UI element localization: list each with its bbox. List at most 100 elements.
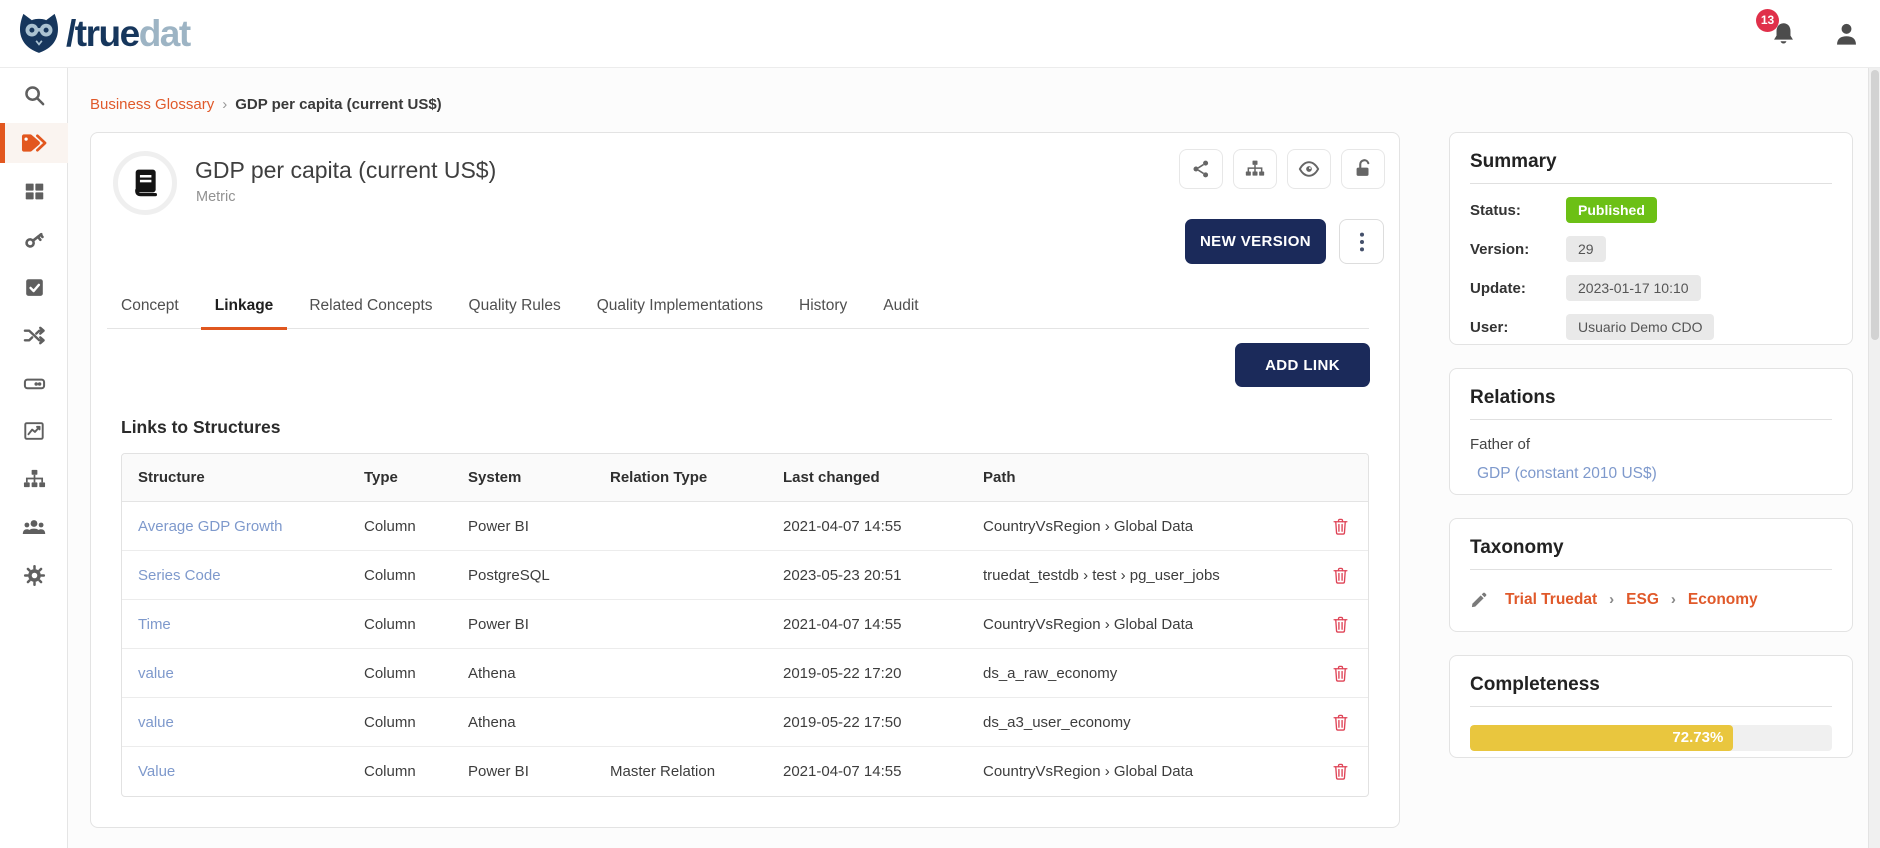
header-actions: 13 xyxy=(1770,0,1860,68)
structure-link[interactable]: Value xyxy=(138,763,364,780)
status-badge: Published xyxy=(1566,197,1657,223)
tab-related-concepts[interactable]: Related Concepts xyxy=(295,283,446,329)
sidebar-item-lineage[interactable] xyxy=(0,315,68,355)
grid-icon xyxy=(24,181,45,202)
structure-link[interactable]: value xyxy=(138,714,364,731)
add-link-button[interactable]: ADD LINK xyxy=(1235,343,1370,387)
truedat-logo[interactable]: /truedat xyxy=(16,11,190,55)
sidebar-item-glossary[interactable] xyxy=(0,123,68,163)
completeness-panel: Completeness 72.73% xyxy=(1449,655,1853,758)
status-label: Status: xyxy=(1470,202,1566,219)
path-cell: CountryVsRegion › Global Data xyxy=(983,763,1322,780)
tab-quality-rules[interactable]: Quality Rules xyxy=(455,283,575,329)
taxonomy-title: Taxonomy xyxy=(1470,537,1832,570)
structure-link[interactable]: Time xyxy=(138,616,364,633)
delete-link-button[interactable] xyxy=(1322,655,1358,691)
last-changed-cell: 2021-04-07 14:55 xyxy=(783,518,983,535)
user-badge: Usuario Demo CDO xyxy=(1566,314,1714,340)
links-table-header: Structure Type System Relation Type Last… xyxy=(122,454,1368,502)
notifications-button[interactable]: 13 xyxy=(1770,21,1797,48)
completeness-bar: 72.73% xyxy=(1470,725,1832,751)
path-cell: CountryVsRegion › Global Data xyxy=(983,518,1322,535)
lock-button[interactable] xyxy=(1341,149,1385,189)
edit-taxonomy-button[interactable] xyxy=(1470,590,1489,609)
sidebar-item-users[interactable] xyxy=(0,507,68,547)
relation-group-label: Father of xyxy=(1470,436,1832,453)
relation-type-cell: Master Relation xyxy=(610,763,783,780)
path-cell: ds_a3_user_economy xyxy=(983,714,1322,731)
taxonomy-separator: › xyxy=(1609,591,1614,608)
notification-count-badge: 13 xyxy=(1756,9,1779,32)
col-path: Path xyxy=(983,469,1322,486)
system-cell: Athena xyxy=(468,714,610,731)
sidebar-item-dashboards[interactable] xyxy=(0,171,68,211)
taxonomy-panel: Taxonomy Trial Truedat › ESG › Economy xyxy=(1449,518,1853,632)
sitemap-icon xyxy=(23,468,46,491)
more-actions-button[interactable] xyxy=(1339,219,1384,264)
delete-link-button[interactable] xyxy=(1322,704,1358,740)
concept-tabs: Concept Linkage Related Concepts Quality… xyxy=(107,283,1369,329)
links-section-title: Links to Structures xyxy=(121,417,280,438)
key-icon xyxy=(23,228,46,251)
book-icon xyxy=(129,167,161,199)
structure-link[interactable]: Series Code xyxy=(138,567,364,584)
watch-button[interactable] xyxy=(1287,149,1331,189)
type-cell: Column xyxy=(364,763,468,780)
taxonomy-domain-link[interactable]: Trial Truedat xyxy=(1505,591,1597,609)
col-relation-type: Relation Type xyxy=(610,469,783,486)
type-cell: Column xyxy=(364,567,468,584)
sidebar-item-permissions[interactable] xyxy=(0,219,68,259)
delete-link-button[interactable] xyxy=(1322,606,1358,642)
taxonomy-path: Trial Truedat › ESG › Economy xyxy=(1470,590,1832,609)
sidebar-item-quality[interactable] xyxy=(0,267,68,307)
tab-quality-implementations[interactable]: Quality Implementations xyxy=(583,283,777,329)
sidebar-item-settings[interactable] xyxy=(0,555,68,595)
version-label: Version: xyxy=(1470,241,1566,258)
structure-links-button[interactable] xyxy=(1233,149,1277,189)
top-header: /truedat 13 xyxy=(0,0,1880,68)
share-button[interactable] xyxy=(1179,149,1223,189)
page-title: GDP per capita (current US$) xyxy=(195,157,496,184)
summary-panel: Summary Status: Published Version: 29 Up… xyxy=(1449,132,1853,345)
delete-link-button[interactable] xyxy=(1322,508,1358,544)
system-cell: Athena xyxy=(468,665,610,682)
concept-card: GDP per capita (current US$) Metric xyxy=(90,132,1400,828)
breadcrumb-glossary-link[interactable]: Business Glossary xyxy=(90,96,214,113)
sidebar-item-search[interactable] xyxy=(0,75,68,115)
taxonomy-domain-link[interactable]: Economy xyxy=(1688,591,1758,609)
update-label: Update: xyxy=(1470,280,1566,297)
eye-icon xyxy=(1298,158,1320,180)
col-system: System xyxy=(468,469,610,486)
col-type: Type xyxy=(364,469,468,486)
breadcrumb-separator: › xyxy=(222,96,227,113)
structure-link[interactable]: Average GDP Growth xyxy=(138,518,364,535)
related-concept-link[interactable]: GDP (constant 2010 US$) xyxy=(1477,465,1832,483)
type-cell: Column xyxy=(364,518,468,535)
tab-concept[interactable]: Concept xyxy=(107,283,193,329)
type-cell: Column xyxy=(364,665,468,682)
page-scrollbar[interactable] xyxy=(1868,68,1880,848)
tab-linkage[interactable]: Linkage xyxy=(201,283,288,329)
tab-audit[interactable]: Audit xyxy=(869,283,932,329)
new-version-button[interactable]: NEW VERSION xyxy=(1185,219,1326,264)
sidebar-item-metrics[interactable] xyxy=(0,411,68,451)
system-cell: PostgreSQL xyxy=(468,567,610,584)
sidebar-item-structures[interactable] xyxy=(0,459,68,499)
sidebar-item-systems[interactable] xyxy=(0,363,68,403)
relations-panel: Relations Father of GDP (constant 2010 U… xyxy=(1449,368,1853,495)
user-menu-button[interactable] xyxy=(1833,21,1860,48)
taxonomy-domain-link[interactable]: ESG xyxy=(1626,591,1659,609)
summary-title: Summary xyxy=(1470,151,1832,184)
taxonomy-separator: › xyxy=(1671,591,1676,608)
scrollbar-thumb[interactable] xyxy=(1871,70,1879,340)
user-label: User: xyxy=(1470,319,1566,336)
col-last-changed: Last changed xyxy=(783,469,983,486)
delete-link-button[interactable] xyxy=(1322,557,1358,593)
type-cell: Column xyxy=(364,714,468,731)
breadcrumb-current: GDP per capita (current US$) xyxy=(235,96,441,113)
tab-history[interactable]: History xyxy=(785,283,861,329)
truedat-app: /truedat 13 xyxy=(0,0,1880,848)
structure-link[interactable]: value xyxy=(138,665,364,682)
delete-link-button[interactable] xyxy=(1322,754,1358,790)
completeness-bar-fill: 72.73% xyxy=(1470,725,1733,751)
